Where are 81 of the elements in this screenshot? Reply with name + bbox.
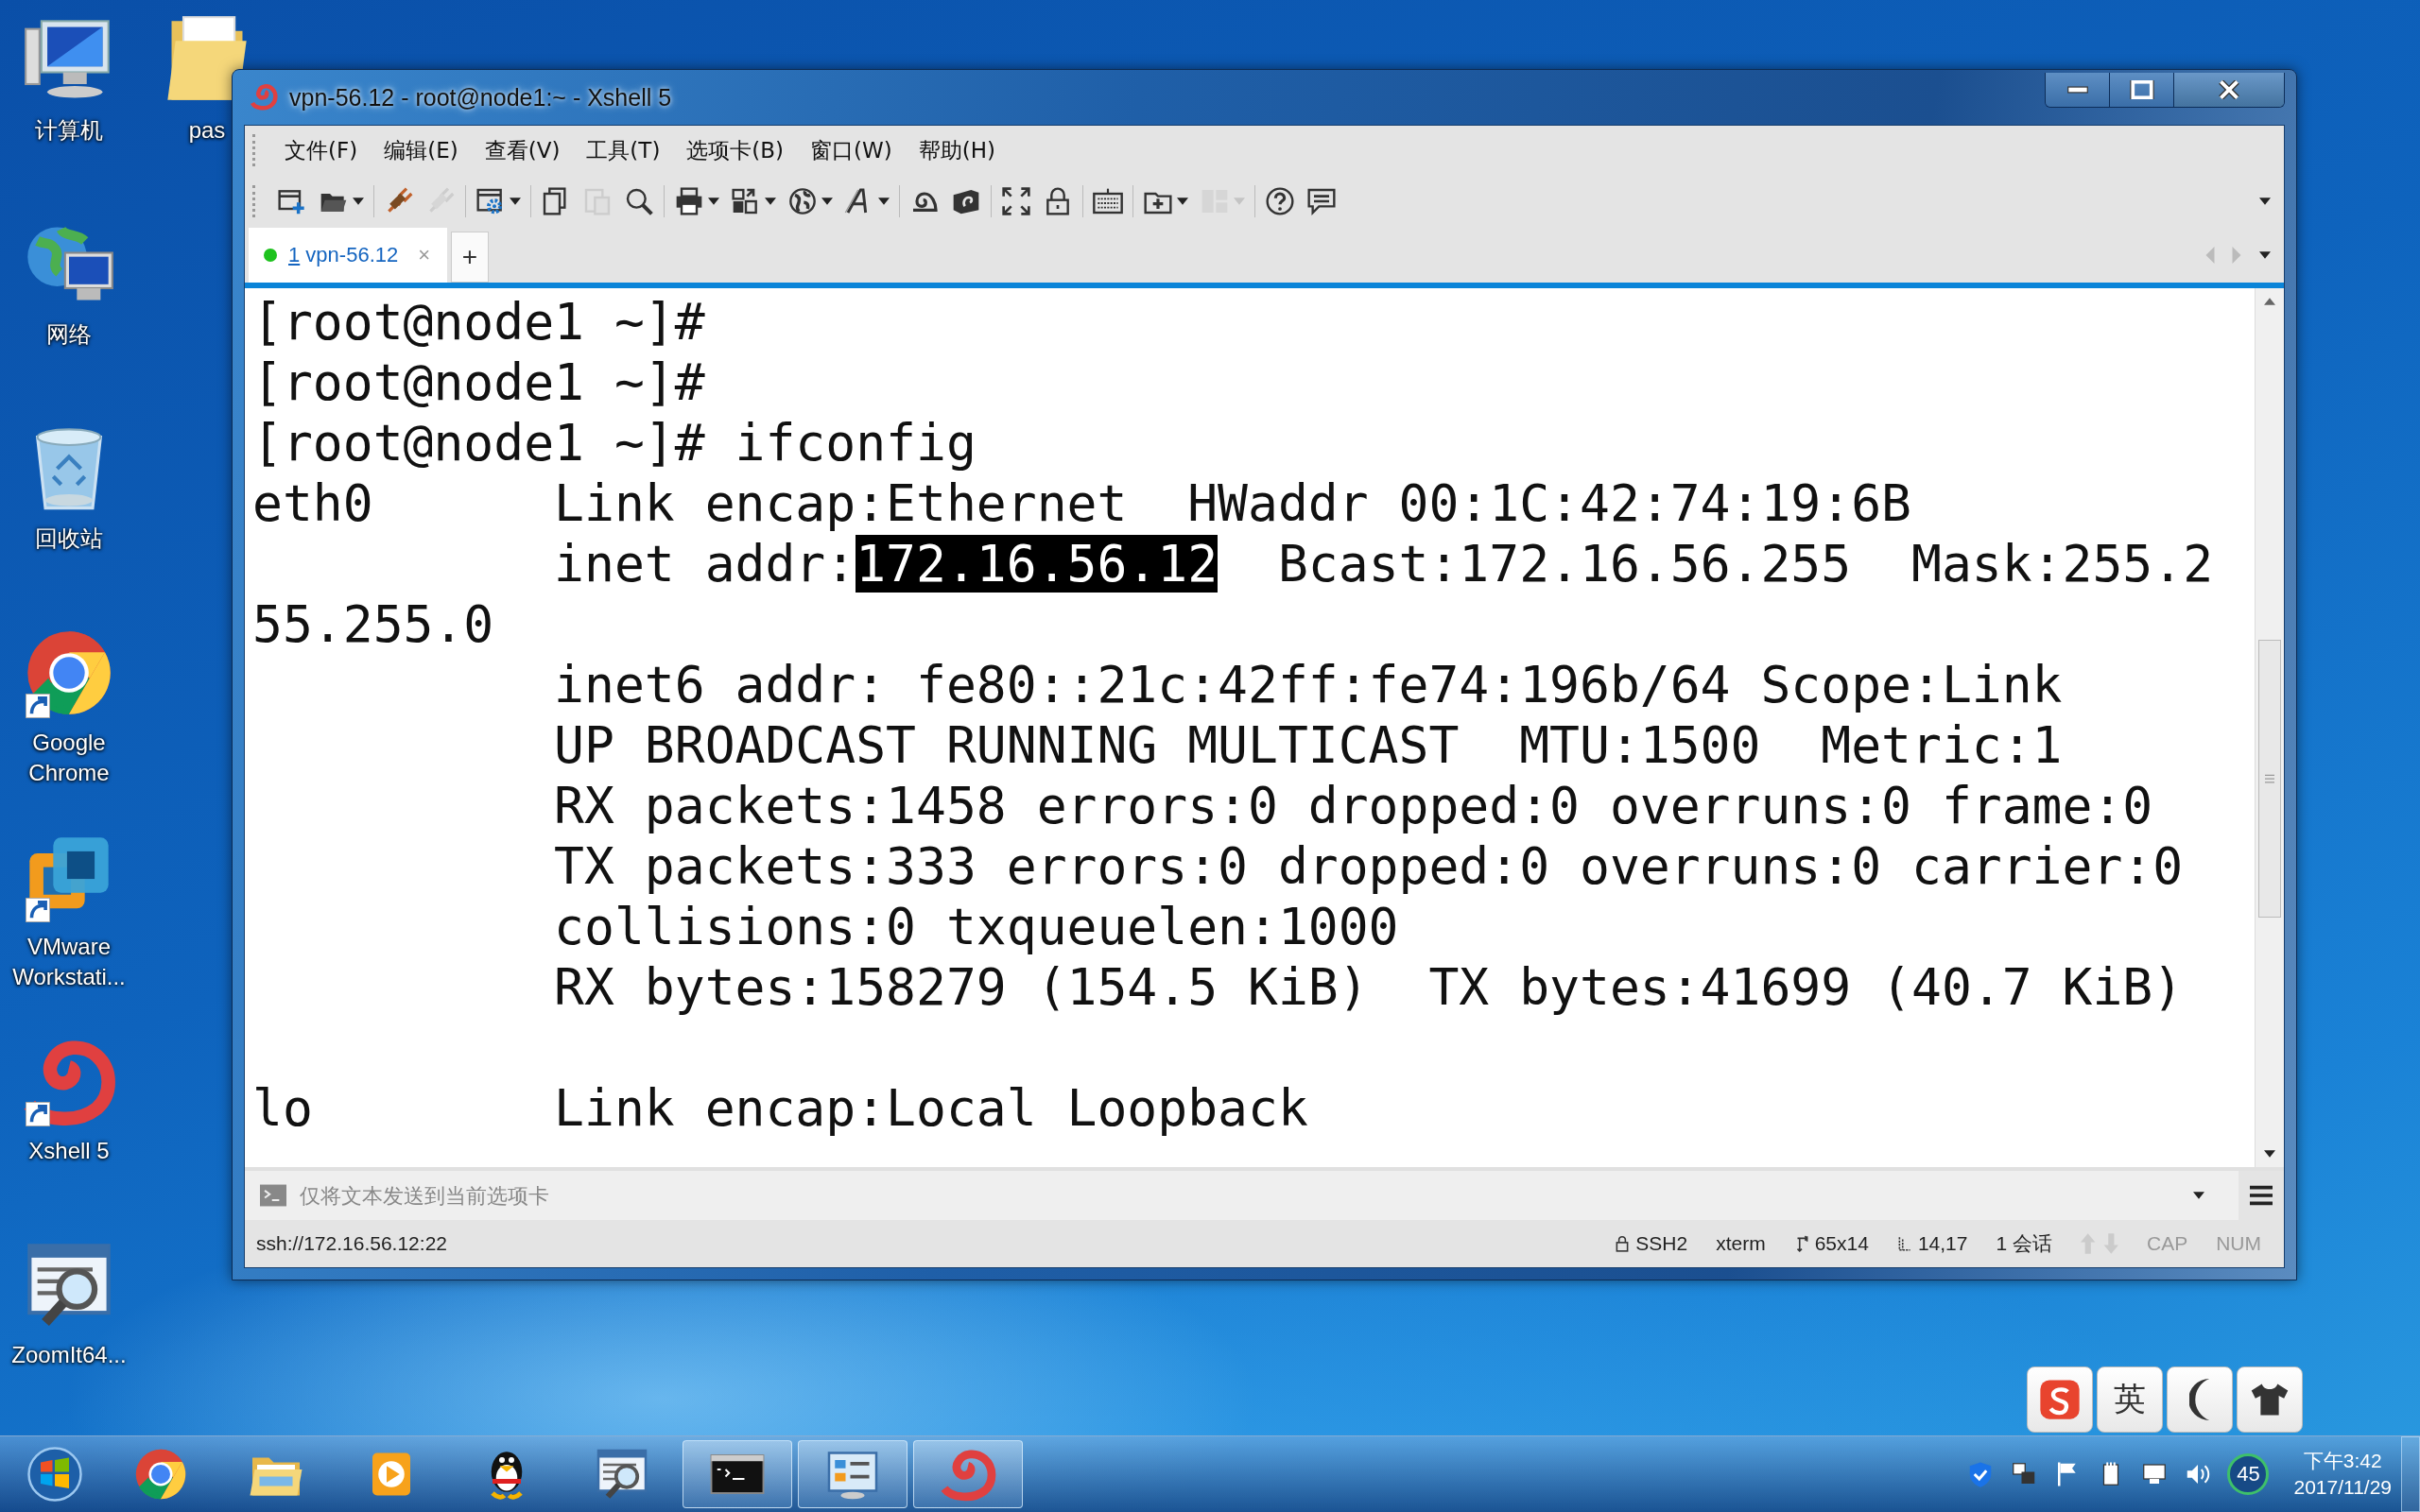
globe-icon <box>787 186 818 216</box>
menu-icon <box>2250 1185 2273 1206</box>
menu-button[interactable] <box>2238 1171 2284 1220</box>
keyboard-icon <box>1093 186 1123 216</box>
session-tab[interactable]: 1 vpn-56.12 × <box>249 228 447 283</box>
menu-item[interactable]: 窗口(W) <box>797 129 906 171</box>
terminal-text: Bcast:172.16.56.255 Mask:255.2 <box>1276 535 2214 593</box>
clock-time[interactable]: 下午3:42 <box>2303 1448 2382 1474</box>
grip-icon <box>2265 774 2274 783</box>
desktop-icon-label[interactable]: ZoomIt64... <box>0 1340 138 1370</box>
terminal-text: [root@node1 ~]# <box>252 353 705 411</box>
show-desktop-button[interactable] <box>2401 1436 2420 1512</box>
cursor-position-icon <box>1896 1235 1912 1252</box>
desktop-icon-label[interactable]: Xshell 5 <box>0 1136 138 1166</box>
moon-icon <box>2189 1379 2210 1420</box>
close-icon <box>2217 80 2241 99</box>
terminal-text: [root@node1 ~]# ifconfig <box>252 414 977 472</box>
help-icon <box>1265 186 1295 216</box>
maximize-icon <box>2129 80 2154 99</box>
printer-icon <box>674 186 704 216</box>
close-button[interactable] <box>2174 73 2284 107</box>
menu-item[interactable]: 编辑(E) <box>371 129 472 171</box>
status-text: NUM <box>2216 1232 2261 1255</box>
prompt-icon <box>260 1184 286 1207</box>
desktop-icon-label[interactable]: 计算机 <box>0 115 138 146</box>
ime-button[interactable] <box>2237 1366 2303 1433</box>
up-arrow-icon[interactable] <box>2264 298 2275 305</box>
terminal-text: RX bytes:158279 (154.5 KiB) TX bytes:41699 (40.7 KiB) <box>553 958 2184 1016</box>
terminal-text: UP BROADCAST RUNNING MULTICAST MTU:1500 Metric:1 <box>553 716 2063 774</box>
desktop-icon-label[interactable]: 回收站 <box>0 524 138 554</box>
connection-address: ssh://172.16.56.12:22 <box>256 1232 447 1255</box>
terminal-text: eth0 Link encap:Ethernet HWaddr 00:1C:42:74:19:6B <box>252 474 1911 532</box>
terminal-text: collisions:0 txqueuelen:1000 <box>553 898 1399 955</box>
taskbar-button[interactable] <box>683 1440 792 1508</box>
desktop-icon-label[interactable]: pas <box>188 115 226 146</box>
menu-item[interactable]: 文件(F) <box>271 129 372 171</box>
maximize-button[interactable] <box>2110 73 2174 107</box>
clipboard-icon <box>582 186 613 216</box>
terminal-text: 55.255.0 <box>252 595 494 653</box>
clock-date[interactable]: 2017/11/29 <box>2293 1474 2392 1501</box>
minimize-button[interactable] <box>2046 73 2110 107</box>
fullscreen-icon <box>1001 186 1031 216</box>
caret-icon[interactable] <box>2193 1192 2204 1199</box>
ime-button[interactable]: 英 <box>2097 1366 2163 1433</box>
tab-label[interactable]: 1 vpn-56.12 <box>288 243 399 267</box>
terminal-text: [root@node1 ~]# <box>252 293 705 351</box>
terminal-text: inet addr: <box>553 535 856 593</box>
status-text: SSH2 <box>1635 1232 1688 1255</box>
menu-item[interactable]: 帮助(H) <box>905 129 1010 171</box>
desktop-icon-label[interactable]: VMware Workstati... <box>0 932 138 992</box>
terminal-text: RX packets:1458 errors:0 dropped:0 overruns:0 frame:0 <box>553 777 2153 834</box>
caret-icon[interactable] <box>2259 198 2271 205</box>
status-text: CAP <box>2147 1232 2188 1255</box>
lock-icon <box>1615 1235 1631 1252</box>
s-logo-icon <box>2039 1379 2081 1420</box>
status-text: xterm <box>1716 1232 1766 1255</box>
minimize-icon <box>2066 86 2088 94</box>
menu-item[interactable]: 工具(T) <box>573 129 674 171</box>
status-text: 14,17 <box>1917 1232 1968 1255</box>
scrollbar-thumb[interactable] <box>2258 640 2281 918</box>
scrollbar[interactable] <box>2255 288 2284 1167</box>
terminal-text: TX packets:333 errors:0 dropped:0 overruns:0 carrier:0 <box>553 837 2184 895</box>
new-tab-button[interactable]: + <box>451 232 489 283</box>
terminal-text: lo Link encap:Local Loopback <box>252 1078 1308 1139</box>
status-text: 1 会话 <box>1996 1231 2052 1256</box>
ime-button[interactable] <box>2167 1366 2233 1433</box>
status-text: 65x14 <box>1814 1232 1869 1255</box>
desktop-icon-label[interactable]: Google Chrome <box>0 728 138 788</box>
desktop-icon-label[interactable]: 网络 <box>0 319 138 350</box>
terminal-text: inet6 addr: fe80::21c:42ff:fe74:196b/64 Scope:Link <box>553 656 2063 713</box>
menu-item[interactable]: 选项卡(B) <box>673 129 798 171</box>
performance-badge[interactable]: 45 <box>2227 1453 2270 1495</box>
menu-item[interactable]: 查看(V) <box>471 129 574 171</box>
selected-text: 172.16.56.12 <box>856 535 1219 593</box>
caret-icon[interactable] <box>2259 251 2271 259</box>
search-icon <box>624 186 654 216</box>
down-arrow-icon[interactable] <box>2264 1150 2275 1158</box>
speech-bubble-icon <box>1306 186 1337 216</box>
swirl-logo-icon <box>250 83 278 112</box>
start-orb-icon <box>26 1446 83 1503</box>
window-title: vpn-56.12 - root@node1:~ - Xshell 5 <box>289 83 672 112</box>
